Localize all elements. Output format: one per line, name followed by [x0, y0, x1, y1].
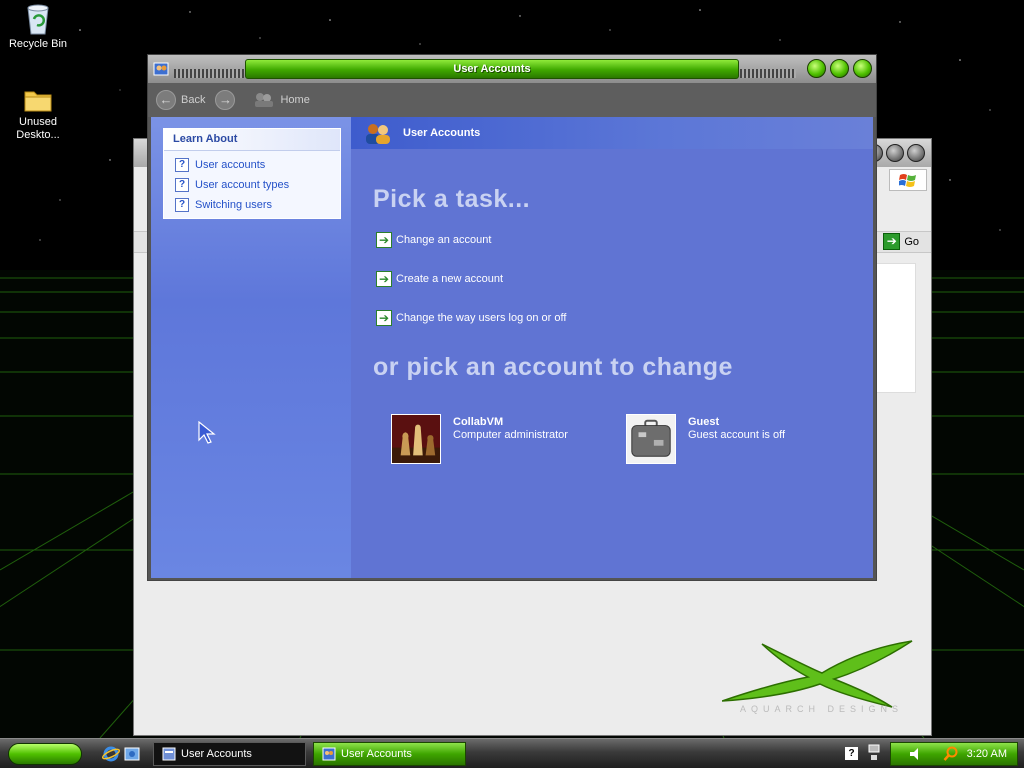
learn-link-account-types[interactable]: ? User account types: [164, 175, 340, 195]
side-pane: Learn About ? User accounts ? User accou…: [151, 117, 351, 578]
window-controls: [807, 59, 872, 78]
account-desc: Guest account is off: [688, 429, 786, 441]
content-panel: [874, 263, 916, 393]
help-icon: ?: [175, 178, 189, 192]
task-change-account[interactable]: ➔ Change an account: [376, 232, 491, 248]
green-arrow-icon: ➔: [376, 232, 392, 248]
window-title: User Accounts: [245, 59, 739, 79]
learn-about-box: Learn About ? User accounts ? User accou…: [163, 128, 341, 219]
folder-icon: [24, 91, 52, 112]
account-collabvm[interactable]: CollabVM Computer administrator: [391, 414, 568, 464]
title-grill-right: [740, 69, 796, 78]
maximize-button[interactable]: [830, 59, 849, 78]
back-label: Back: [181, 94, 206, 106]
user-accounts-window[interactable]: User Accounts ← Back → Home Learn About: [147, 54, 877, 581]
show-desktop-icon[interactable]: [123, 745, 141, 763]
learn-link-label: Switching users: [195, 199, 273, 211]
help-icon: ?: [175, 158, 189, 172]
internet-explorer-icon[interactable]: [102, 745, 120, 763]
maximize-button[interactable]: [886, 144, 904, 162]
back-button[interactable]: ← Back: [156, 90, 205, 110]
taskbar: User Accounts User Accounts ? 3:20 AM: [0, 738, 1024, 768]
start-button[interactable]: [8, 743, 82, 765]
account-name: CollabVM: [453, 416, 504, 428]
learn-link-label: User accounts: [195, 159, 266, 171]
green-arrow-icon: ➔: [376, 271, 392, 287]
close-button[interactable]: [853, 59, 872, 78]
speaker-volume-icon[interactable]: [909, 747, 935, 761]
window-body: Learn About ? User accounts ? User accou…: [151, 117, 873, 578]
user-accounts-small-icon: [322, 747, 336, 761]
window-toolbar: ← Back → Home: [148, 83, 876, 117]
taskbar-button-user-accounts-active[interactable]: User Accounts: [313, 742, 466, 766]
pane-header-title: User Accounts: [403, 127, 481, 139]
task-label: Change an account: [396, 234, 492, 246]
taskbar-button-label: User Accounts: [181, 748, 252, 760]
task-label: Change the way users log on or off: [396, 312, 567, 324]
search-icon[interactable]: [943, 746, 959, 762]
x-logo: [722, 640, 913, 708]
user-accounts-small-icon: [153, 61, 169, 80]
home-icon: [255, 93, 274, 107]
taskbar-button-label: User Accounts: [341, 748, 412, 760]
learn-link-switching-users[interactable]: ? Switching users: [164, 195, 340, 215]
desktop-icon-unused-shortcuts[interactable]: Unused Deskto...: [0, 86, 76, 142]
go-arrow-icon: ➔: [883, 233, 901, 250]
forward-button[interactable]: →: [215, 90, 236, 110]
task-change-logon[interactable]: ➔ Change the way users log on or off: [376, 310, 566, 326]
pick-task-heading: Pick a task...: [373, 185, 531, 213]
tagline: AQUARCH DESIGNS: [740, 704, 904, 714]
green-arrow-icon: ➔: [376, 310, 392, 326]
user-accounts-icon: [366, 124, 390, 144]
back-arrow-icon: ←: [156, 90, 176, 110]
system-tray: 3:20 AM: [890, 742, 1018, 766]
taskbar-button-user-accounts[interactable]: User Accounts: [153, 742, 306, 766]
help-icon: ?: [175, 198, 189, 212]
go-button[interactable]: ➔ Go: [883, 233, 919, 250]
windows-flag-icon: [889, 169, 927, 191]
home-button[interactable]: Home: [253, 91, 310, 109]
recycle-bin-label: Recycle Bin: [8, 38, 68, 50]
title-grill-left: [174, 69, 244, 78]
account-desc: Computer administrator: [453, 429, 568, 441]
mouse-cursor-icon: [198, 421, 216, 444]
go-label: Go: [904, 235, 919, 248]
minimize-button[interactable]: [807, 59, 826, 78]
recycle-bin-icon: [27, 4, 49, 35]
pane-header: User Accounts: [351, 117, 873, 149]
help-tray-icon[interactable]: ?: [845, 747, 858, 760]
unused-desktop-label: Unused Deskto...: [16, 116, 60, 141]
control-panel-icon: [162, 747, 176, 761]
window-titlebar[interactable]: User Accounts: [148, 55, 876, 83]
pick-account-heading: or pick an account to change: [373, 353, 733, 381]
main-pane: User Accounts Pick a task... ➔ Change an…: [351, 117, 873, 578]
task-label: Create a new account: [396, 273, 504, 285]
task-create-account[interactable]: ➔ Create a new account: [376, 271, 503, 287]
suitcase-avatar: [626, 414, 676, 464]
learn-link-label: User account types: [195, 179, 290, 191]
account-name: Guest: [688, 416, 720, 428]
clock[interactable]: 3:20 AM: [967, 748, 1007, 760]
desktop-icon-recycle-bin[interactable]: Recycle Bin: [0, 2, 76, 51]
network-tray-icon[interactable]: [868, 744, 880, 762]
forward-arrow-icon: →: [215, 90, 236, 110]
account-guest[interactable]: Guest Guest account is off: [626, 414, 785, 464]
chess-avatar: [391, 414, 441, 464]
learn-link-user-accounts[interactable]: ? User accounts: [164, 155, 340, 175]
home-label: Home: [280, 94, 310, 106]
learn-about-heading: Learn About: [164, 129, 340, 151]
close-button[interactable]: [907, 144, 925, 162]
